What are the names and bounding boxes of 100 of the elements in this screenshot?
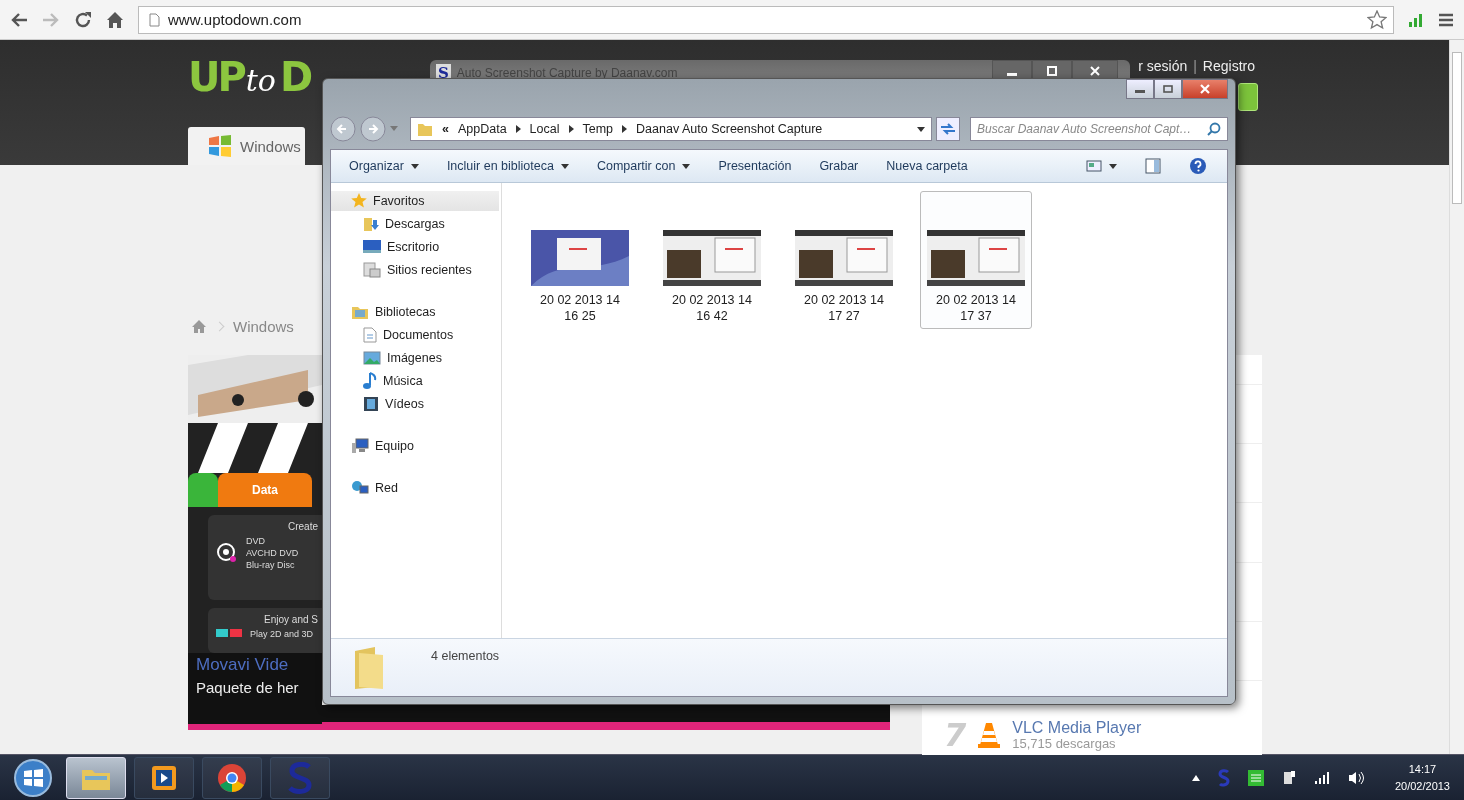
close-icon xyxy=(1090,66,1100,76)
file-item[interactable]: 20 02 2013 14 17 37 xyxy=(920,191,1032,329)
clock-time: 14:17 xyxy=(1408,762,1437,777)
feature-title: Enjoy and S xyxy=(264,614,319,625)
file-name: 20 02 2013 14 16 25 xyxy=(539,291,621,324)
caret-icon xyxy=(560,163,569,169)
maximize-button[interactable] xyxy=(1154,79,1182,99)
minimize-icon xyxy=(1135,90,1145,93)
nav-item[interactable]: Favoritos xyxy=(331,191,499,211)
picture-icon xyxy=(363,351,381,365)
nav-item[interactable]: Sitios recientes xyxy=(331,260,501,280)
path-segment[interactable]: Temp xyxy=(582,122,614,136)
tray-app-icon[interactable] xyxy=(1247,769,1264,786)
file-name: 20 02 2013 14 17 37 xyxy=(935,291,1017,324)
url-text: www.uptodown.com xyxy=(168,11,302,28)
logo-text[interactable]: D xyxy=(279,54,311,100)
help-icon xyxy=(1189,157,1207,175)
file-item[interactable]: 20 02 2013 14 16 25 xyxy=(524,191,636,329)
folder-icon xyxy=(417,121,433,137)
banner-title[interactable]: Movavi Vide xyxy=(196,655,289,675)
chevron-icon[interactable] xyxy=(515,125,521,133)
chevron-icon[interactable] xyxy=(568,125,574,133)
nav-item[interactable]: Música xyxy=(331,371,501,391)
back-icon[interactable] xyxy=(330,116,356,142)
nav-item[interactable]: Escritorio xyxy=(331,237,501,257)
logo-text[interactable]: to xyxy=(245,63,276,98)
logo-text[interactable]: UP xyxy=(188,54,244,100)
nav-item[interactable]: Bibliotecas xyxy=(331,302,501,322)
nav-label: Imágenes xyxy=(387,351,442,365)
toolbar-button[interactable]: Nueva carpeta xyxy=(876,155,978,177)
address-field[interactable]: « AppData Local Temp Daanav Auto Screenshot Capture xyxy=(410,117,932,141)
file-item[interactable]: 20 02 2013 14 17 27 xyxy=(788,191,900,329)
platform-tab[interactable]: Windows xyxy=(188,127,305,165)
header-button[interactable] xyxy=(1238,83,1258,111)
taskbar-button[interactable] xyxy=(134,756,194,799)
separator-text: | xyxy=(1193,58,1197,74)
caret-icon xyxy=(682,163,691,169)
file-item[interactable]: 20 02 2013 14 16 42 xyxy=(656,191,768,329)
scrollbar[interactable] xyxy=(1449,40,1464,754)
star-icon[interactable] xyxy=(1367,9,1387,30)
nav-item[interactable]: Descargas xyxy=(331,214,501,234)
search-icon[interactable] xyxy=(1207,122,1221,136)
nav-label: Descargas xyxy=(385,217,445,231)
library-icon xyxy=(351,304,369,320)
home-icon[interactable] xyxy=(106,10,124,29)
show-hidden-icons-icon[interactable] xyxy=(1191,774,1200,781)
category-tab[interactable] xyxy=(188,473,218,507)
file-name: 20 02 2013 14 17 27 xyxy=(803,291,885,324)
download-count: 15,715 descargas xyxy=(1012,736,1116,751)
back-icon[interactable] xyxy=(10,11,28,28)
letter-s-icon xyxy=(287,761,313,794)
path-segment[interactable]: AppData xyxy=(457,122,507,136)
start-button[interactable] xyxy=(13,757,53,798)
feature-text: Play 2D and 3D xyxy=(250,629,314,639)
caret-icon xyxy=(410,163,419,169)
refresh-button[interactable] xyxy=(936,117,960,141)
overflow-mark[interactable]: « xyxy=(442,122,449,136)
minimize-icon xyxy=(1007,72,1017,76)
network-signal-icon[interactable] xyxy=(1313,771,1330,784)
action-center-icon[interactable] xyxy=(1281,769,1296,786)
network-icon xyxy=(351,480,369,496)
traffic-cone-icon xyxy=(978,722,1001,748)
search-field[interactable]: Buscar Daanav Auto Screenshot Capt… xyxy=(970,117,1228,141)
recent-places-icon xyxy=(363,262,381,278)
toolbar-button[interactable]: Organizar xyxy=(339,155,429,177)
speaker-icon[interactable] xyxy=(1347,770,1364,785)
signal-icon[interactable] xyxy=(1408,11,1424,28)
file-name: 20 02 2013 14 16 42 xyxy=(671,291,753,324)
feature-title: Create xyxy=(288,521,319,532)
toolbar-button[interactable]: Incluir en biblioteca xyxy=(436,155,579,177)
path-segment[interactable]: Daanav Auto Screenshot Capture xyxy=(636,122,823,136)
caret-icon[interactable] xyxy=(917,126,925,132)
login-link[interactable]: r sesión xyxy=(1138,58,1188,74)
forward-icon[interactable] xyxy=(360,116,386,142)
nav-item[interactable]: Documentos xyxy=(331,325,501,345)
reload-icon[interactable] xyxy=(74,10,92,29)
nav-item[interactable]: Vídeos xyxy=(331,394,501,414)
chevron-icon[interactable] xyxy=(622,125,628,133)
register-link[interactable]: Registro xyxy=(1202,58,1255,74)
nav-item[interactable]: Imágenes xyxy=(331,348,501,368)
star-icon xyxy=(351,193,367,209)
taskbar-button[interactable] xyxy=(202,756,262,799)
nav-item[interactable]: Equipo xyxy=(331,436,501,456)
toolbar-button[interactable]: Grabar xyxy=(809,155,869,177)
menu-icon[interactable] xyxy=(1438,12,1454,27)
nav-label: Escritorio xyxy=(387,240,440,254)
app-name-link[interactable]: VLC Media Player xyxy=(1012,719,1142,737)
software-banner[interactable]: Data Create DVD AVCHD DVD Blu-ray Disc Enjoy and S Play 2D and 3D Movavi Vide Paquete de her xyxy=(188,355,322,730)
toolbar-button[interactable]: Compartir con xyxy=(586,155,701,177)
nav-item[interactable]: Red xyxy=(331,478,501,498)
windows-logo-icon xyxy=(208,135,232,157)
address-bar[interactable]: www.uptodown.com xyxy=(138,5,1394,34)
item-count: 4 elementos xyxy=(431,649,500,663)
browser-icon xyxy=(217,762,247,793)
clock[interactable]: 14:17 20/02/2013 xyxy=(1376,761,1464,794)
toolbar-button[interactable]: Presentación xyxy=(708,155,802,177)
close-button[interactable] xyxy=(1182,79,1228,99)
minimize-button[interactable] xyxy=(1126,79,1154,99)
path-segment[interactable]: Local xyxy=(529,122,560,136)
nav-label: Vídeos xyxy=(385,397,424,411)
